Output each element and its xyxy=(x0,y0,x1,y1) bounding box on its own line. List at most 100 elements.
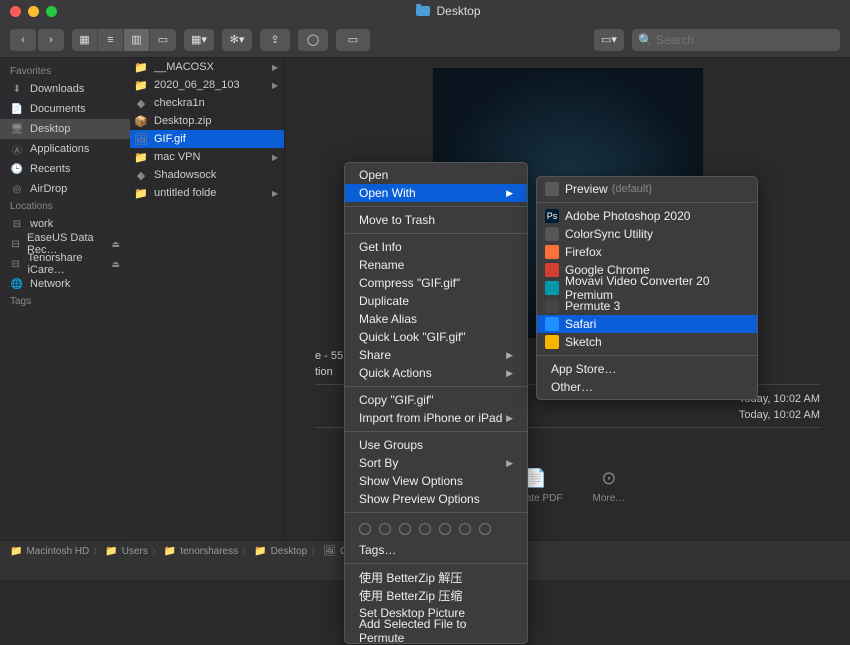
menu-item[interactable]: App Store… xyxy=(537,360,757,378)
menu-item-default-app[interactable]: Preview (default) xyxy=(537,180,757,198)
back-button[interactable]: ‹ xyxy=(10,29,36,51)
sidebar-item-tenorshare-icare-[interactable]: ⊟Tenorshare iCare…⏏ xyxy=(0,254,130,274)
menu-item[interactable]: Open xyxy=(345,166,527,184)
menu-item-app[interactable]: ColorSync Utility xyxy=(537,225,757,243)
file-row[interactable]: 📦Desktop.zip xyxy=(130,112,284,130)
window-title: Desktop xyxy=(57,4,840,18)
menu-item-app[interactable]: Safari xyxy=(537,315,757,333)
menu-item[interactable]: Get Info xyxy=(345,238,527,256)
modified-date: Today, 10:02 AM xyxy=(739,409,820,421)
menu-item[interactable]: Copy "GIF.gif" xyxy=(345,391,527,409)
close-window[interactable] xyxy=(10,6,21,17)
menu-separator xyxy=(345,206,527,207)
icon-view[interactable]: ▦ xyxy=(72,29,98,51)
folder-icon: 📁 xyxy=(134,151,148,164)
path-segment[interactable]: Users xyxy=(122,546,148,557)
zip-icon: 📦 xyxy=(134,115,148,128)
search-input[interactable] xyxy=(632,29,840,51)
menu-item[interactable]: Share▶ xyxy=(345,346,527,364)
tags-button[interactable]: ◯ xyxy=(298,29,328,51)
menu-item-app[interactable]: Movavi Video Converter 20 Premium xyxy=(537,279,757,297)
forward-button[interactable]: › xyxy=(38,29,64,51)
folder-icon: 📁 xyxy=(134,187,148,200)
action-button[interactable]: ✻▾ xyxy=(222,29,252,51)
menu-item-label: App Store… xyxy=(551,362,616,376)
menu-item-label: Import from iPhone or iPad xyxy=(359,411,502,425)
menu-item[interactable]: 使用 BetterZip 压缩 xyxy=(345,586,527,604)
file-row[interactable]: 📁__MACOSX▶ xyxy=(130,58,284,76)
path-segment[interactable]: Macintosh HD xyxy=(26,546,89,557)
menu-item-app[interactable]: Firefox xyxy=(537,243,757,261)
menu-item-app[interactable]: Sketch xyxy=(537,333,757,351)
menu-item[interactable]: Use Groups xyxy=(345,436,527,454)
menu-item-app[interactable]: Permute 3 xyxy=(537,297,757,315)
sidebar-item-label: Tenorshare iCare… xyxy=(27,252,105,276)
disclosure-arrow: ▶ xyxy=(272,63,280,72)
menu-item[interactable]: Quick Actions▶ xyxy=(345,364,527,382)
file-row[interactable]: 📁mac VPN▶ xyxy=(130,148,284,166)
menu-item[interactable]: Compress "GIF.gif" xyxy=(345,274,527,292)
menu-item[interactable]: Open With▶ xyxy=(345,184,527,202)
menu-item[interactable]: Show Preview Options xyxy=(345,490,527,508)
sidebar-item-work[interactable]: ⊟work xyxy=(0,214,130,234)
share-button[interactable]: ⇪ xyxy=(260,29,290,51)
context-menu: OpenOpen With▶ Move to Trash Get InfoRenam… xyxy=(344,162,528,644)
menu-item[interactable]: Show View Options xyxy=(345,472,527,490)
file-row[interactable]: ◆Shadowsock xyxy=(130,166,284,184)
menu-item[interactable]: Tags… xyxy=(345,541,527,559)
path-segment[interactable]: tenorsharess xyxy=(180,546,238,557)
disclosure-arrow: ▶ xyxy=(272,81,280,90)
gallery-view[interactable]: ▭ xyxy=(150,29,176,51)
sidebar-item-label: work xyxy=(30,218,53,230)
menu-item[interactable]: Duplicate xyxy=(345,292,527,310)
eject-icon[interactable]: ⏏ xyxy=(111,239,120,250)
app-label: Safari xyxy=(565,317,596,331)
group-button[interactable]: ▦▾ xyxy=(184,29,214,51)
sidebar-item-downloads[interactable]: ⬇Downloads xyxy=(0,79,130,99)
menu-item-label: Quick Actions xyxy=(359,366,432,380)
file-row[interactable]: ◆checkra1n xyxy=(130,94,284,112)
menu-item[interactable]: Rename xyxy=(345,256,527,274)
menu-item[interactable]: Other… xyxy=(537,378,757,396)
sidebar-item-network[interactable]: 🌐Network xyxy=(0,274,130,294)
sidebar-section-header: Locations xyxy=(0,199,130,214)
menu-item[interactable]: Sort By▶ xyxy=(345,454,527,472)
sidebar-item-desktop[interactable]: 🖥Desktop xyxy=(0,119,130,139)
list-view[interactable]: ≡ xyxy=(98,29,124,51)
app-label: Adobe Photoshop 2020 xyxy=(565,209,690,223)
app-label: Firefox xyxy=(565,245,602,259)
desktop-icon: 🖥 xyxy=(10,123,24,135)
minimize-window[interactable] xyxy=(28,6,39,17)
menu-item[interactable]: Quick Look "GIF.gif" xyxy=(345,328,527,346)
menu-separator xyxy=(345,386,527,387)
more-actions[interactable]: ⊙More… xyxy=(593,468,626,504)
menu-item-app[interactable]: PsAdobe Photoshop 2020 xyxy=(537,207,757,225)
folder-icon: 📁 xyxy=(134,79,148,92)
path-separator: 〉 xyxy=(93,546,101,557)
menu-item[interactable]: Import from iPhone or iPad▶ xyxy=(345,409,527,427)
menu-item[interactable]: 使用 BetterZip 解压 xyxy=(345,568,527,586)
dropdown-button[interactable]: ▭▾ xyxy=(594,29,624,51)
path-segment[interactable]: Desktop xyxy=(271,546,308,557)
file-row[interactable]: 🖼GIF.gif xyxy=(130,130,284,148)
more-label: More… xyxy=(593,493,626,504)
sidebar-item-airdrop[interactable]: ◎AirDrop xyxy=(0,179,130,199)
column-view[interactable]: ▥ xyxy=(124,29,150,51)
sidebar-item-documents[interactable]: 📄Documents xyxy=(0,99,130,119)
sidebar-item-label: Applications xyxy=(30,143,89,155)
file-row[interactable]: 📁2020_06_28_103▶ xyxy=(130,76,284,94)
eject-icon[interactable]: ⏏ xyxy=(111,259,120,270)
menu-item[interactable]: Make Alias xyxy=(345,310,527,328)
sidebar-item-easeus-data-rec-[interactable]: ⊟EaseUS Data Rec…⏏ xyxy=(0,234,130,254)
menu-item-label: Share xyxy=(359,348,391,362)
menu-item[interactable]: Add Selected File to Permute xyxy=(345,622,527,640)
app-icon: ◆ xyxy=(134,169,148,182)
info-section: tion xyxy=(315,366,333,378)
file-row[interactable]: 📁untitled folde▶ xyxy=(130,184,284,202)
sidebar-item-recents[interactable]: 🕒Recents xyxy=(0,159,130,179)
tag-colors[interactable] xyxy=(345,517,527,541)
sidebar-item-applications[interactable]: ⒶApplications xyxy=(0,139,130,159)
quick-action-button[interactable]: ▭ xyxy=(336,29,370,51)
zoom-window[interactable] xyxy=(46,6,57,17)
menu-item[interactable]: Move to Trash xyxy=(345,211,527,229)
